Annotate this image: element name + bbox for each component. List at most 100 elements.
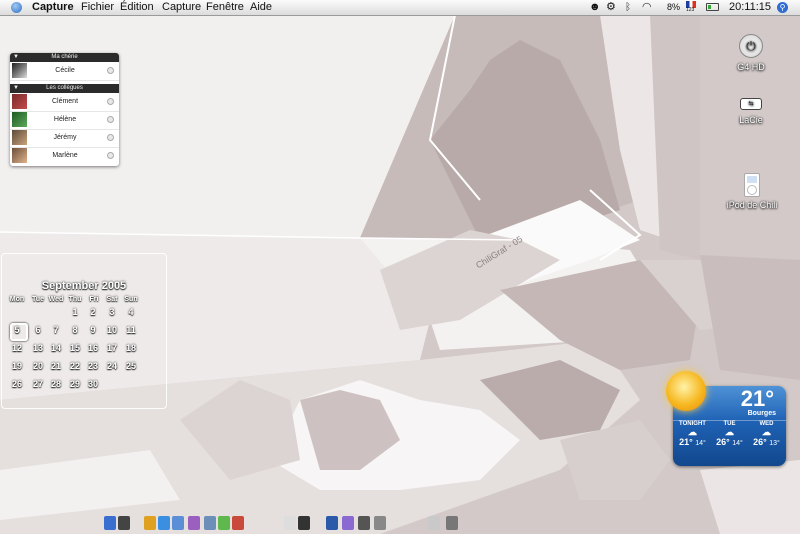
buddy-group-header[interactable]: ▼ Les collègues — [10, 84, 119, 93]
gear-icon[interactable]: ⚙ — [606, 0, 616, 15]
status-indicator — [107, 152, 114, 159]
buddy-item[interactable]: Jérémy — [10, 129, 119, 148]
calendar-day: 12 — [11, 343, 22, 353]
avatar — [12, 130, 27, 145]
system-icon[interactable] — [118, 516, 130, 530]
weekday-label: Mon — [9, 296, 25, 303]
menu-bar: Capture Fichier Édition Capture Fenêtre … — [0, 0, 800, 16]
menu-help[interactable]: Aide — [250, 0, 272, 15]
buddy-group-name: Ma chérie — [51, 54, 78, 60]
calendar-day: 29 — [69, 379, 80, 389]
clock[interactable]: 20:11:15 — [729, 0, 771, 15]
battery-percent[interactable]: 8% — [667, 0, 680, 15]
textedit-icon[interactable] — [284, 516, 296, 530]
calendar-day: 8 — [72, 325, 78, 335]
status-indicator — [107, 67, 114, 74]
safari-icon[interactable] — [158, 516, 170, 530]
forecast-temps: 26° 14° — [716, 437, 743, 447]
mail-icon[interactable] — [172, 516, 184, 530]
calendar-day: 1 — [72, 307, 78, 317]
calendar-day: 4 — [128, 307, 134, 317]
calendar-day: 24 — [106, 361, 117, 371]
disclosure-triangle-icon[interactable]: ▼ — [13, 53, 19, 62]
dock — [98, 512, 702, 534]
rain-cloud-icon: ☁ — [762, 427, 771, 437]
buddy-name: Jérémy — [53, 134, 77, 141]
buddy-name: Cécile — [55, 67, 75, 74]
calendar-day: 18 — [125, 343, 136, 353]
calendar-widget[interactable]: September 2005 Mon Tue Wed Thu Fri Sat S… — [1, 253, 167, 409]
calendar-day: 19 — [11, 361, 22, 371]
rain-cloud-icon: ☁ — [688, 427, 697, 437]
buddy-item[interactable]: Hélène — [10, 111, 119, 130]
buddy-item[interactable]: Cécile — [10, 62, 119, 81]
finder-icon[interactable] — [104, 516, 116, 530]
terminal-icon[interactable] — [298, 516, 310, 530]
calendar-day: 27 — [32, 379, 43, 389]
forecast-day: TONIGHT ☁ 21° 14° — [675, 421, 710, 447]
disclosure-triangle-icon[interactable]: ▼ — [13, 84, 19, 93]
buddy-item[interactable]: Clément — [10, 93, 119, 112]
forecast-day: TUE ☁ 26° 14° — [712, 421, 747, 447]
trash-icon[interactable] — [446, 516, 458, 530]
avatar — [12, 112, 27, 127]
music-icon[interactable] — [342, 516, 354, 530]
status-indicator — [107, 116, 114, 123]
calendar-day: 23 — [87, 361, 98, 371]
calendar-day: 5 — [14, 325, 20, 335]
drive-ipod[interactable]: iPod de Chili — [707, 173, 797, 210]
menu-extra-icon[interactable]: ☻ — [589, 0, 601, 15]
photoshop-icon[interactable] — [326, 516, 338, 530]
sun-cloud-icon — [666, 371, 706, 411]
spotlight-icon[interactable]: ⚲ — [777, 2, 788, 13]
weekday-label: Sun — [124, 296, 138, 303]
battery-icon[interactable] — [706, 3, 719, 11]
ical-icon[interactable] — [232, 516, 244, 530]
calendar-day: 25 — [125, 361, 136, 371]
city-name: Bourges — [747, 410, 776, 417]
buddy-item[interactable]: Marlène — [10, 147, 119, 165]
firewire-drive-icon: ⇆ — [740, 98, 762, 110]
calendar-day: 30 — [87, 379, 98, 389]
calendar-day: 13 — [32, 343, 43, 353]
power-drive-icon: ⏻ — [739, 34, 763, 58]
wifi-icon[interactable]: ◠ — [642, 0, 652, 15]
menu-window[interactable]: Fenêtre — [206, 0, 244, 15]
forecast-temps: 26° 13° — [753, 437, 780, 447]
preview-icon[interactable] — [204, 516, 216, 530]
forecast-day: WED ☁ 26° 13° — [749, 421, 784, 447]
calendar-day: 10 — [106, 325, 117, 335]
calendar-day: 9 — [90, 325, 96, 335]
menu-file[interactable]: Fichier — [81, 0, 114, 15]
input-source-label: 123 — [686, 7, 695, 13]
avatar — [12, 94, 27, 109]
calendar-day: 6 — [35, 325, 41, 335]
menu-capture[interactable]: Capture — [162, 0, 201, 15]
bluetooth-icon[interactable]: ᛒ — [625, 0, 631, 15]
calendar-day: 17 — [106, 343, 117, 353]
quicktime-icon[interactable] — [374, 516, 386, 530]
buddy-group-name: Les collègues — [46, 85, 83, 91]
folder-icon[interactable] — [428, 516, 440, 530]
pen-icon[interactable] — [358, 516, 370, 530]
apple-menu-icon[interactable] — [11, 2, 22, 13]
status-indicator — [107, 134, 114, 141]
drive-g4hd[interactable]: ⏻ G4 HD — [706, 34, 796, 72]
buddy-name: Marlène — [52, 152, 78, 159]
drive-lacie[interactable]: ⇆ LaCie — [706, 98, 796, 125]
buddy-group-header[interactable]: ▼ Ma chérie — [10, 53, 119, 62]
calendar-day: 2 — [90, 307, 96, 317]
avatar — [12, 63, 27, 78]
calendar-day: 15 — [69, 343, 80, 353]
drive-label: LaCie — [739, 115, 763, 125]
network-icon[interactable] — [144, 516, 156, 530]
menu-edit[interactable]: Édition — [120, 0, 154, 15]
itunes-icon[interactable] — [188, 516, 200, 530]
calendar-day: 11 — [126, 325, 136, 335]
avatar — [12, 148, 27, 163]
skype-icon[interactable] — [218, 516, 230, 530]
app-menu[interactable]: Capture — [32, 0, 74, 15]
buddy-list-window: ▼ Ma chérie Cécile ▼ Les collègues Cléme… — [10, 53, 119, 166]
status-indicator — [107, 98, 114, 105]
buddy-name: Clément — [51, 98, 79, 105]
